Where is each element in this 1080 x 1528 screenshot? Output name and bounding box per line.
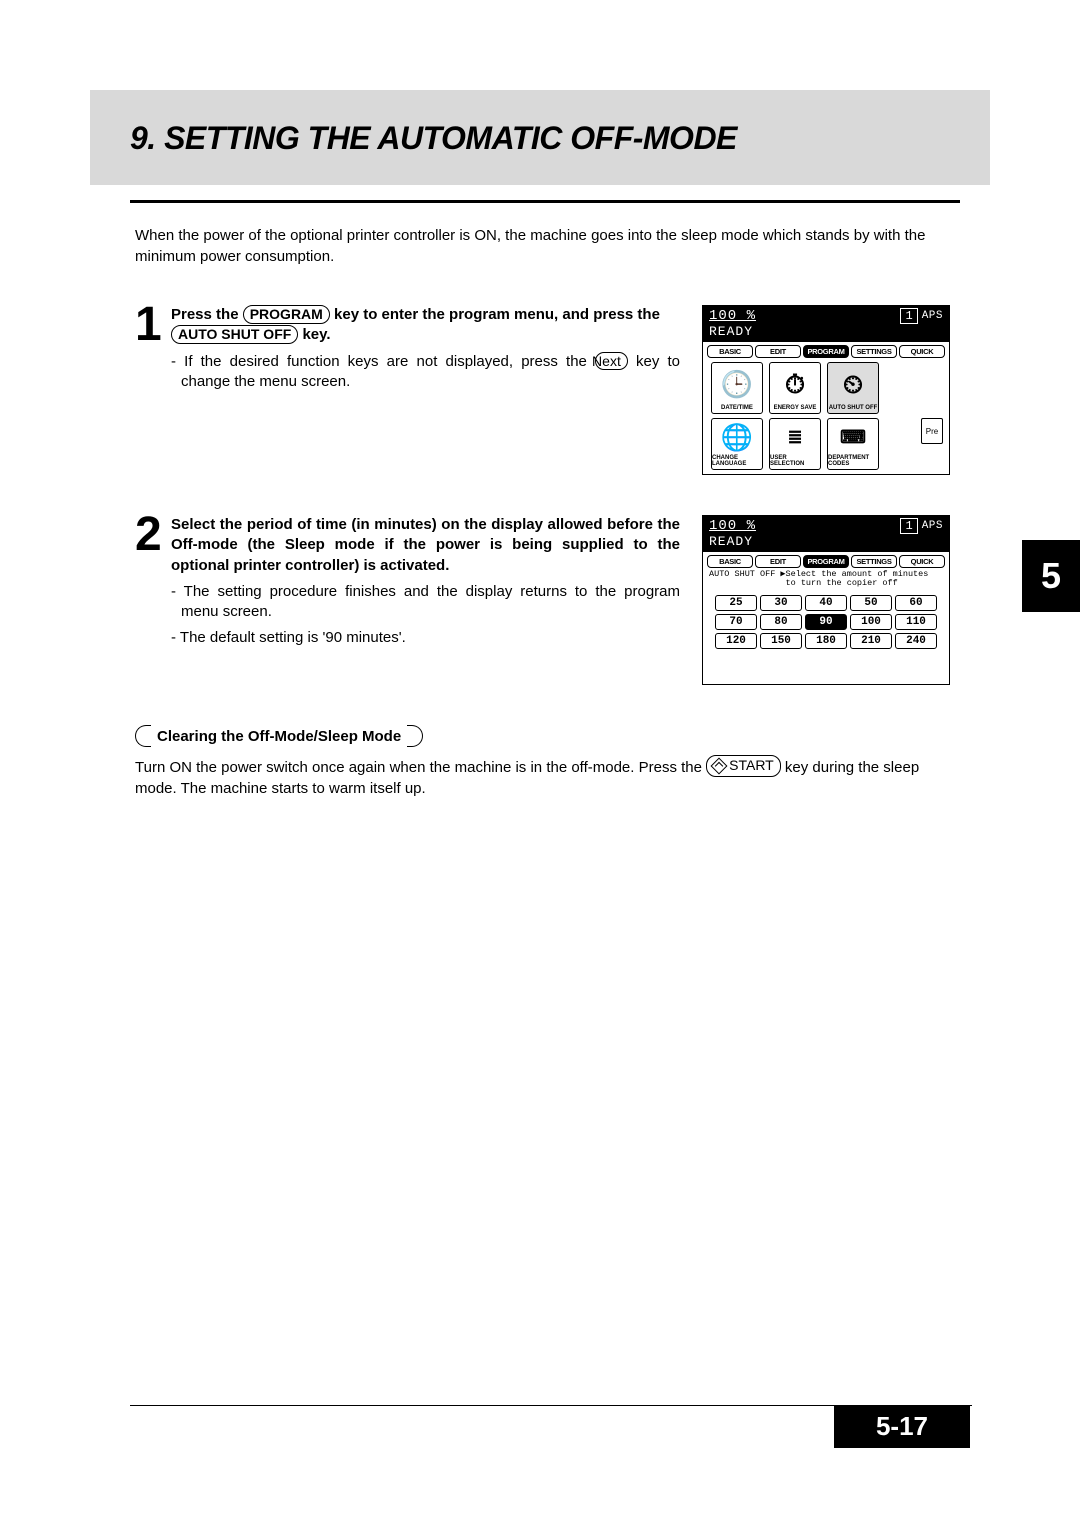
lcd-display-time-select: 100 % READY 1 APS BASIC EDIT PROGRAM SET…: [702, 515, 950, 685]
counter: 1: [900, 308, 917, 324]
pre-button[interactable]: Pre: [921, 418, 943, 444]
page-title: 9. SETTING THE AUTOMATIC OFF-MODE: [130, 120, 737, 157]
step-1: 1 Press the PROGRAM key to enter the pro…: [135, 305, 940, 485]
dept-codes-label: DEPARTMENT CODES: [828, 455, 878, 467]
time-80[interactable]: 80: [760, 614, 802, 630]
time-40[interactable]: 40: [805, 595, 847, 611]
change-language-label: CHANGE LANGUAGE: [712, 455, 762, 467]
lcd-prompt: AUTO SHUT OFF ▶Select the amount of minu…: [703, 568, 949, 593]
user-selection-button[interactable]: ≣ USER SELECTION: [769, 418, 821, 470]
step-2: 2 Select the period of time (in minutes)…: [135, 515, 940, 695]
date-time-label: DATE/TIME: [721, 405, 753, 411]
clearing-body: Turn ON the power switch once again when…: [135, 755, 940, 799]
date-time-button[interactable]: 🕒 DATE/TIME: [711, 362, 763, 414]
aps-label: APS: [922, 310, 943, 322]
tab-program[interactable]: PROGRAM: [803, 345, 849, 358]
chapter-tab: 5: [1022, 540, 1080, 612]
lcd-tabs: BASIC EDIT PROGRAM SETTINGS QUICK: [703, 342, 949, 358]
time-100[interactable]: 100: [850, 614, 892, 630]
tab-edit-2[interactable]: EDIT: [755, 555, 801, 568]
time-90[interactable]: 90: [805, 614, 847, 630]
clearing-heading: Clearing the Off-Mode/Sleep Mode: [135, 725, 940, 747]
zoom-value: 100 %: [709, 308, 756, 324]
step-number-2: 2: [135, 515, 171, 556]
s1-a: Press the: [171, 306, 243, 323]
start-diamond-icon: [711, 757, 728, 774]
pill-right-cap: [407, 725, 423, 747]
intro-text: When the power of the optional printer c…: [135, 225, 940, 267]
user-selection-label: USER SELECTION: [770, 455, 820, 467]
ready-label: READY: [709, 324, 943, 339]
energy-save-label: ENERGY SAVE: [774, 405, 817, 411]
aps-label-2: APS: [922, 520, 943, 532]
time-60[interactable]: 60: [895, 595, 937, 611]
department-codes-button[interactable]: ⌨ DEPARTMENT CODES: [827, 418, 879, 470]
lcd-display-program-menu: 100 % READY 1 APS BASIC EDIT PROGRAM SET…: [702, 305, 950, 475]
lcd-header-2: 100 % READY 1 APS: [703, 516, 949, 552]
energy-save-button[interactable]: ⏱ ENERGY SAVE: [769, 362, 821, 414]
ready-label-2: READY: [709, 534, 943, 549]
tab-quick[interactable]: QUICK: [899, 345, 945, 358]
time-25[interactable]: 25: [715, 595, 757, 611]
counter-2: 1: [900, 518, 917, 534]
auto-shut-off-button[interactable]: ⏲ AUTO SHUT OFF: [827, 362, 879, 414]
globe-icon: 🌐: [721, 419, 753, 455]
time-180[interactable]: 180: [805, 633, 847, 649]
clearing-title: Clearing the Off-Mode/Sleep Mode: [151, 728, 407, 745]
lcd-header: 100 % READY 1 APS: [703, 306, 949, 342]
step-2-bold: Select the period of time (in minutes) o…: [171, 515, 680, 576]
clearing-a: Turn ON the power switch once again when…: [135, 759, 706, 776]
next-key: Next: [595, 352, 628, 371]
time-30[interactable]: 30: [760, 595, 802, 611]
steps-container: 1 Press the PROGRAM key to enter the pro…: [135, 305, 940, 799]
step-1-sub: If the desired function keys are not dis…: [171, 352, 680, 393]
s1-c: key.: [298, 326, 330, 343]
lcd-body: 🕒 DATE/TIME ⏱ ENERGY SAVE ⏲ AUTO SHUT OF…: [703, 358, 949, 474]
s1-sub-a: If the desired function keys are not dis…: [184, 353, 595, 370]
lcd-tabs-2: BASIC EDIT PROGRAM SETTINGS QUICK: [703, 552, 949, 568]
start-key: START: [706, 755, 781, 777]
time-210[interactable]: 210: [850, 633, 892, 649]
time-option-grid: 25 30 40 50 60 70 80 90 100 110 120 150 …: [703, 593, 949, 651]
time-120[interactable]: 120: [715, 633, 757, 649]
program-icon-grid: 🕒 DATE/TIME ⏱ ENERGY SAVE ⏲ AUTO SHUT OF…: [707, 362, 945, 470]
time-50[interactable]: 50: [850, 595, 892, 611]
tab-program-2[interactable]: PROGRAM: [803, 555, 849, 568]
page-number: 5-17: [834, 1405, 970, 1448]
energy-icon: ⏱: [785, 363, 805, 405]
zoom-value-2: 100 %: [709, 518, 756, 534]
tab-settings-2[interactable]: SETTINGS: [851, 555, 897, 568]
time-150[interactable]: 150: [760, 633, 802, 649]
time-110[interactable]: 110: [895, 614, 937, 630]
step-2-sub2: The default setting is '90 minutes'.: [171, 628, 680, 648]
clock-icon: 🕒: [721, 363, 753, 405]
tab-basic[interactable]: BASIC: [707, 345, 753, 358]
list-icon: ≣: [787, 419, 802, 455]
s1-b: key to enter the program menu, and press…: [330, 306, 660, 323]
auto-shut-off-label: AUTO SHUT OFF: [829, 405, 878, 411]
step-number-1: 1: [135, 305, 171, 346]
tab-edit[interactable]: EDIT: [755, 345, 801, 358]
tab-quick-2[interactable]: QUICK: [899, 555, 945, 568]
start-label: START: [729, 756, 774, 776]
tab-basic-2[interactable]: BASIC: [707, 555, 753, 568]
step-2-sub1: The setting procedure finishes and the d…: [171, 582, 680, 623]
program-key: PROGRAM: [243, 305, 330, 324]
key-icon: ⌨: [840, 419, 866, 455]
time-240[interactable]: 240: [895, 633, 937, 649]
time-70[interactable]: 70: [715, 614, 757, 630]
tab-settings[interactable]: SETTINGS: [851, 345, 897, 358]
pill-left-cap: [135, 725, 151, 747]
auto-shut-off-key: AUTO SHUT OFF: [171, 325, 298, 344]
change-language-button[interactable]: 🌐 CHANGE LANGUAGE: [711, 418, 763, 470]
title-rule: [130, 200, 960, 203]
power-timer-icon: ⏲: [843, 363, 863, 405]
